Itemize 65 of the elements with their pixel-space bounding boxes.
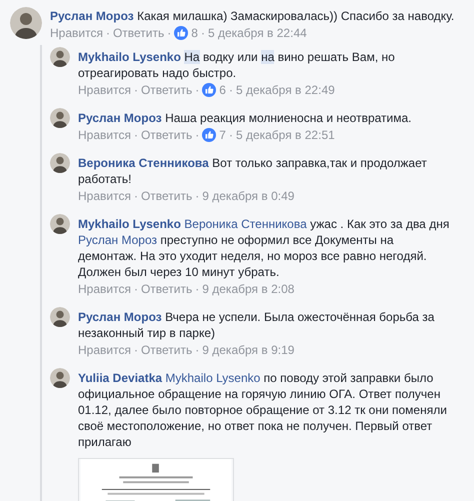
- separator-dot: ·: [195, 281, 200, 297]
- avatar[interactable]: [50, 368, 70, 388]
- thumbs-up-icon: [202, 128, 216, 142]
- reply-link[interactable]: Ответить: [140, 82, 192, 98]
- comment-text: Mykhailo Lysenko На водку или на вино решать Вам, но отреагировать надо быстро.: [78, 49, 396, 81]
- highlighted-word: На: [184, 50, 200, 64]
- thumbs-up-icon: [174, 26, 188, 40]
- separator-dot: ·: [106, 25, 110, 41]
- mention-link[interactable]: Руслан Мороз: [78, 233, 158, 247]
- separator-dot: ·: [134, 127, 138, 143]
- author-link[interactable]: Mykhailo Lysenko: [78, 50, 181, 64]
- avatar[interactable]: [50, 47, 70, 67]
- timestamp[interactable]: 5 декабря в 22:44: [208, 25, 307, 41]
- separator-dot: ·: [195, 342, 200, 358]
- separator-dot: ·: [134, 342, 138, 358]
- comment-text: Вероника Стенникова Вот только заправка,так и продолжает работать!: [78, 155, 428, 187]
- timestamp[interactable]: 9 декабря в 9:19: [202, 342, 294, 358]
- separator-dot: ·: [228, 127, 233, 143]
- highlighted-word: на: [261, 50, 274, 64]
- reply-link[interactable]: Ответить: [140, 188, 192, 204]
- separator-dot: ·: [167, 25, 172, 41]
- timestamp[interactable]: 9 декабря в 0:49: [202, 188, 294, 204]
- separator-dot: ·: [200, 25, 205, 41]
- like-count[interactable]: 8: [191, 25, 198, 41]
- author-link[interactable]: Yuliia Deviatka: [78, 371, 162, 385]
- reply-link[interactable]: Ответить: [140, 127, 192, 143]
- timestamp[interactable]: 9 декабря в 2:08: [202, 281, 294, 297]
- separator-dot: ·: [195, 82, 200, 98]
- avatar[interactable]: [50, 214, 70, 234]
- reply-link[interactable]: Ответить: [140, 342, 192, 358]
- like-link[interactable]: Нравится: [78, 281, 131, 297]
- like-count[interactable]: 6: [219, 82, 226, 98]
- comment-text: Mykhailo Lysenko Вероника Стенникова ужас . Как это за два дня Руслан Мороз преступно не оформил все Документы на демонтаж. На это уходит неделя, но мороз все равно негодяй. Должен был через 10 минут убрать.: [78, 216, 450, 280]
- author-link[interactable]: Руслан Мороз: [50, 9, 134, 23]
- mention-link[interactable]: Вероника Стенникова: [184, 217, 307, 231]
- author-link[interactable]: Руслан Мороз: [78, 310, 162, 324]
- like-link[interactable]: Нравится: [78, 82, 131, 98]
- avatar[interactable]: [10, 7, 42, 39]
- comment-text: Руслан Мороз Вчера не успели. Была ожесточённая борьба за незаконный тир в парке): [78, 309, 436, 341]
- avatar[interactable]: [50, 108, 70, 128]
- separator-dot: ·: [134, 82, 138, 98]
- author-link[interactable]: Руслан Мороз: [78, 111, 162, 125]
- separator-dot: ·: [228, 82, 233, 98]
- separator-dot: ·: [134, 188, 138, 204]
- separator-dot: ·: [195, 188, 200, 204]
- like-link[interactable]: Нравится: [50, 25, 103, 41]
- author-link[interactable]: Вероника Стенникова: [78, 156, 209, 170]
- like-link[interactable]: Нравится: [78, 342, 131, 358]
- author-link[interactable]: Mykhailo Lysenko: [78, 217, 181, 231]
- like-link[interactable]: Нравится: [78, 188, 131, 204]
- avatar[interactable]: [50, 153, 70, 173]
- reply-link[interactable]: Ответить: [140, 281, 192, 297]
- separator-dot: ·: [134, 281, 138, 297]
- avatar[interactable]: [50, 307, 70, 327]
- thumbs-up-icon: [202, 83, 216, 97]
- comment-text: Yuliia Deviatka Mykhailo Lysenko по поводу этой заправки было официальное обращение на горячую линию ОГА. Ответ получен 01.12, далее было повторное обращение от 3.12 тк они поменяли своё местоположение, но ответ пока не получен. Первый ответ прилагаю: [78, 370, 448, 450]
- timestamp[interactable]: 5 декабря в 22:51: [236, 127, 335, 143]
- comment-text: Руслан Мороз Наша реакция молниеносна и неотвратима.: [78, 110, 412, 126]
- comment-text: Руслан Мороз Какая милашка) Замаскировалась)) Спасибо за наводку.: [50, 8, 454, 24]
- timestamp[interactable]: 5 декабря в 22:49: [236, 82, 335, 98]
- like-link[interactable]: Нравится: [78, 127, 131, 143]
- separator-dot: ·: [195, 127, 200, 143]
- reply-link[interactable]: Ответить: [112, 25, 164, 41]
- mention-link[interactable]: Mykhailo Lysenko: [165, 371, 260, 385]
- like-count[interactable]: 7: [219, 127, 226, 143]
